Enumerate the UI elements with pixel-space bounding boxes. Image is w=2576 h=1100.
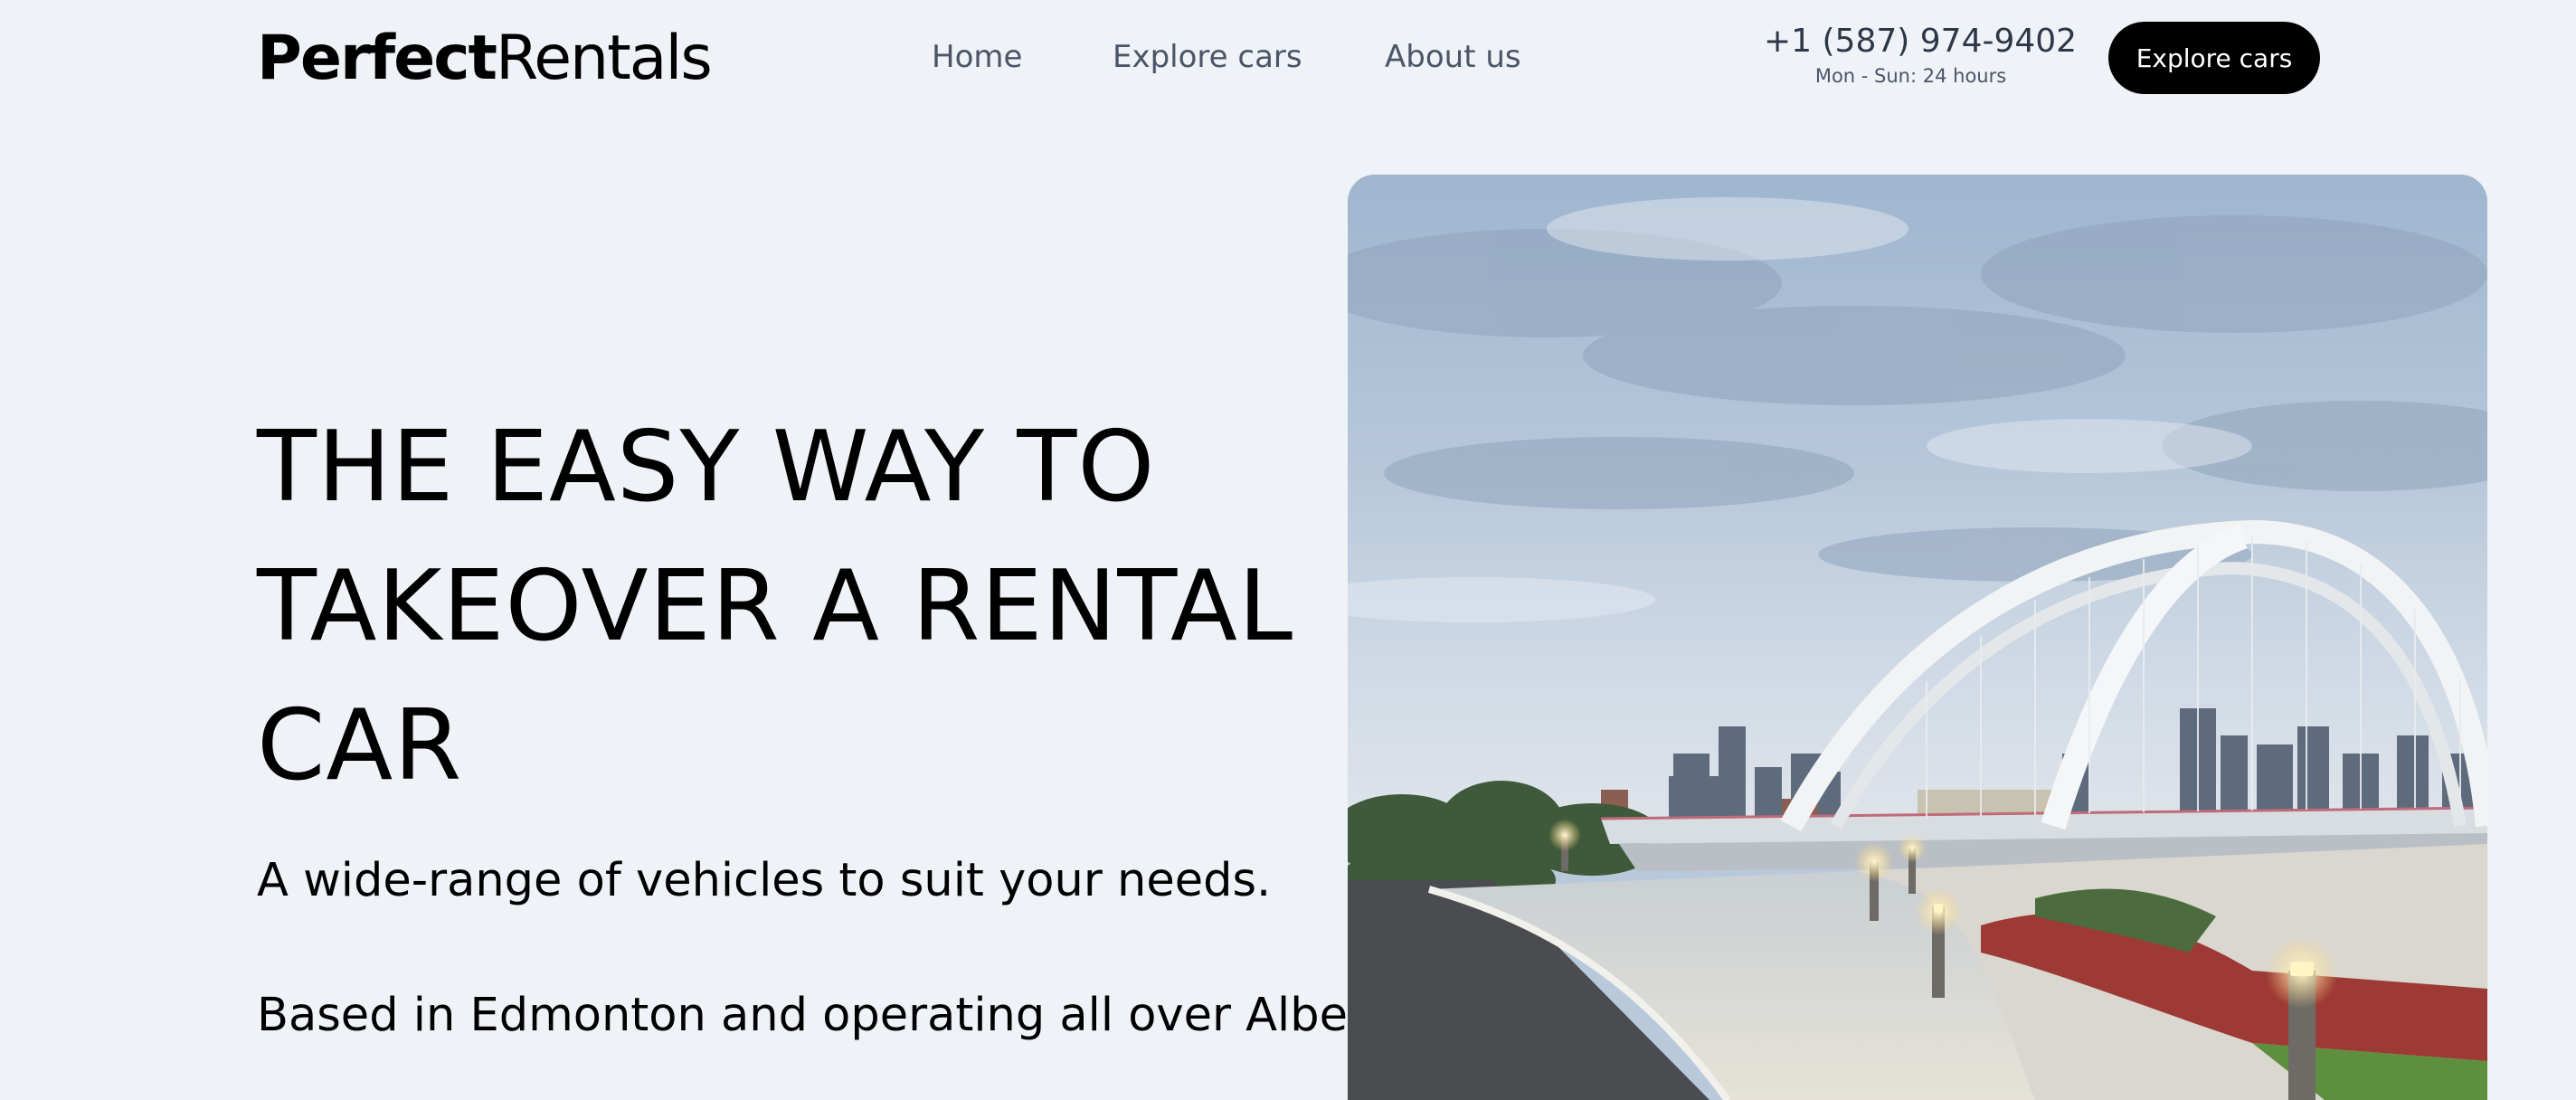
business-hours: Mon - Sun: 24 hours xyxy=(1814,65,2007,87)
bridge-photo-illustration xyxy=(1348,175,2487,1100)
hero-subtitle-location: Based in Edmonton and operating all over… xyxy=(257,989,1432,1042)
nav-home-link[interactable]: Home xyxy=(932,33,1022,81)
hero-title-line-3: CAR xyxy=(257,689,463,802)
hero-subtitle-vehicles: A wide-range of vehicles to suit your ne… xyxy=(257,854,1272,907)
contact-block: +1 (587) 974-9402 Mon - Sun: 24 hours xyxy=(1764,20,2077,89)
explore-cars-button[interactable]: Explore cars xyxy=(2108,22,2320,94)
phone-number[interactable]: +1 (587) 974-9402 xyxy=(1764,20,2077,63)
hero-image xyxy=(1348,175,2487,1100)
hero-title-line-2: TAKEOVER A RENTAL xyxy=(257,550,1294,663)
page: PerfectRentals Home Explore cars About u… xyxy=(0,0,2576,1100)
logo[interactable]: PerfectRentals xyxy=(257,18,713,100)
nav-about-us-link[interactable]: About us xyxy=(1385,33,1521,81)
nav-explore-cars-link[interactable]: Explore cars xyxy=(1113,33,1302,81)
logo-text-rentals: Rentals xyxy=(496,23,713,94)
hero-title: THE EASY WAY TO TAKEOVER A RENTAL CAR xyxy=(257,398,1342,816)
logo-text-perfect: Perfect xyxy=(257,23,497,94)
hero-title-line-1: THE EASY WAY TO xyxy=(257,411,1156,524)
